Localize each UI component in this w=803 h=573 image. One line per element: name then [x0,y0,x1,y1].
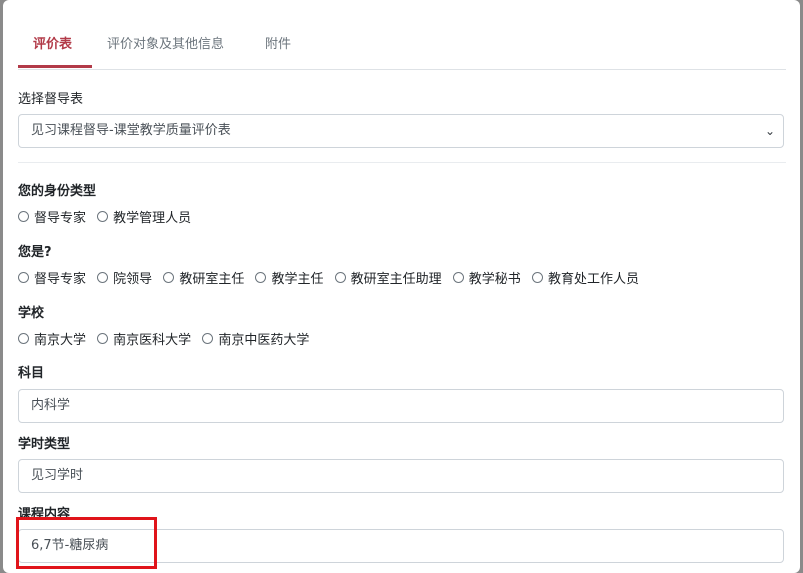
school-option-nju[interactable]: 南京大学 [18,329,86,348]
school-option-njmu[interactable]: 南京医科大学 [97,329,191,348]
active-tab-indicator [18,65,92,68]
identity-type-label: 您的身份类型 [18,184,97,199]
chevron-down-icon: ⌄ [764,124,775,138]
role-option-education-staff[interactable]: 教育处工作人员 [531,268,639,287]
supervision-form-select-value: 见习课程督导-课堂教学质量评价表 [31,123,231,138]
tab-evaluation-form[interactable]: 评价表 [33,33,72,52]
annotation-highlight-box [16,517,157,569]
radio-circle-icon[interactable] [452,272,464,283]
radio-circle-icon[interactable] [18,272,29,283]
role-option-teaching-director[interactable]: 教学主任 [255,268,323,287]
radio-circle-icon[interactable] [18,333,29,344]
hour-type-label: 学时类型 [18,437,71,452]
role-option-supervisor[interactable]: 督导专家 [18,268,86,287]
role-label: 您是? [18,245,52,260]
section-divider [18,162,786,163]
supervision-form-select[interactable]: 见习课程督导-课堂教学质量评价表 ⌄ [18,114,784,148]
identity-type-radio-group: 督导专家 教学管理人员 [18,207,198,226]
radio-circle-icon[interactable] [97,272,109,283]
role-radio-group: 督导专家 院领导 教研室主任 教学主任 教研室主任助理 教学秘书 教育处工作人员 [18,268,646,287]
role-option-teaching-secretary[interactable]: 教学秘书 [452,268,521,287]
radio-circle-icon[interactable] [531,272,543,283]
role-option-office-director-assistant[interactable]: 教研室主任助理 [334,268,442,287]
radio-circle-icon[interactable] [202,333,214,344]
radio-circle-icon[interactable] [97,211,109,222]
tab-bar: 评价表 评价对象及其他信息 附件 [18,0,786,70]
role-option-dean[interactable]: 院领导 [97,268,152,287]
radio-circle-icon[interactable] [255,272,267,283]
radio-circle-icon[interactable] [163,272,175,283]
tab-evaluation-target-info[interactable]: 评价对象及其他信息 [107,33,224,52]
school-label: 学校 [18,306,45,321]
role-option-teaching-office-director[interactable]: 教研室主任 [163,268,244,287]
form-select-label: 选择督导表 [18,92,84,107]
identity-option-teaching-admin[interactable]: 教学管理人员 [97,207,191,226]
evaluation-modal: 评价表 评价对象及其他信息 附件 选择督导表 见习课程督导-课堂教学质量评价表 … [3,0,800,573]
subject-label: 科目 [18,366,45,381]
identity-option-supervisor[interactable]: 督导专家 [18,207,86,226]
radio-circle-icon[interactable] [334,272,346,283]
school-option-njucm[interactable]: 南京中医药大学 [202,329,309,348]
school-radio-group: 南京大学 南京医科大学 南京中医药大学 [18,329,316,348]
hour-type-input[interactable]: 见习学时 [18,459,784,493]
tab-attachments[interactable]: 附件 [265,33,291,52]
subject-input[interactable]: 内科学 [18,389,784,423]
radio-circle-icon[interactable] [97,333,109,344]
radio-circle-icon[interactable] [18,211,29,222]
